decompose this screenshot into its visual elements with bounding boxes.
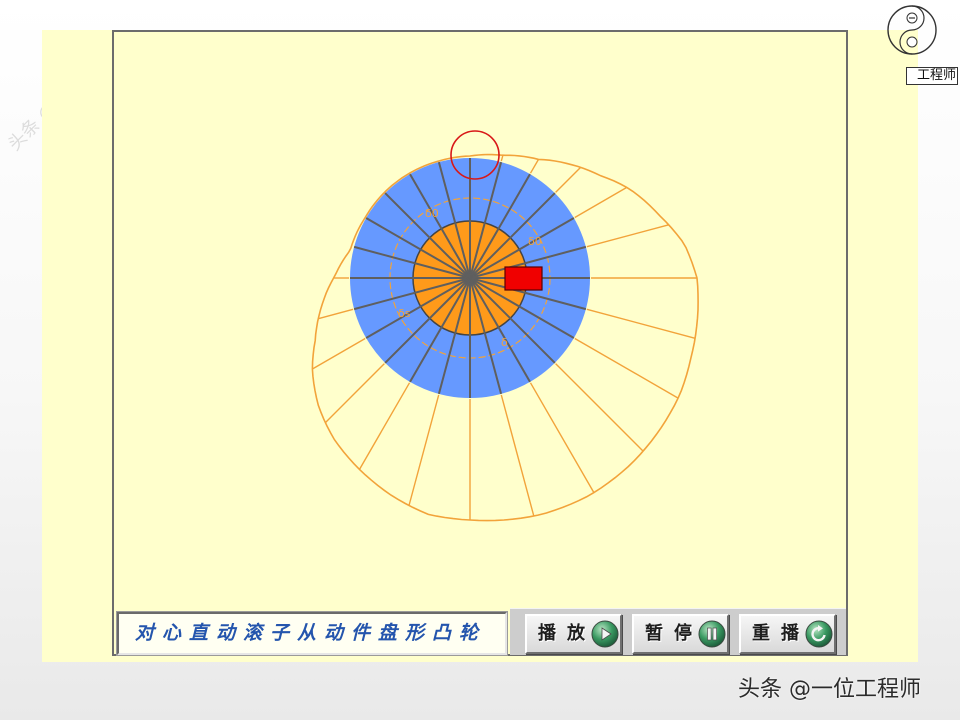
replay-button-label: 重播 <box>752 623 810 644</box>
yin-yang-emblem-icon <box>887 5 937 55</box>
follower-position-line <box>318 308 354 320</box>
play-icon <box>591 620 619 648</box>
follower-position-line <box>324 363 385 424</box>
follower-marker-block <box>504 266 543 291</box>
follower-position-line <box>574 186 628 219</box>
follower-position-line <box>586 224 669 248</box>
logo-caption: 工程师 <box>906 67 958 85</box>
play-button-label: 播放 <box>538 623 596 644</box>
replay-icon <box>805 620 833 648</box>
replay-button[interactable]: 重播 <box>739 614 836 654</box>
footer-watermark: 头条 @一位工程师 <box>738 677 921 702</box>
follower-position-line <box>555 363 644 452</box>
cam-division-lines <box>350 158 590 398</box>
follower-position-line <box>358 382 411 470</box>
pause-button-label: 暂停 <box>645 623 703 644</box>
play-button[interactable]: 播放 <box>525 614 622 654</box>
slide-stage: 头条 @一位工程师 δ0 δ0 δs δ 对心直动滚子从动件盘形凸轮 播放 <box>0 0 960 720</box>
follower-position-line <box>586 308 696 339</box>
pause-button[interactable]: 暂停 <box>632 614 729 654</box>
follower-position-line <box>529 159 540 174</box>
angle-label: δ0 <box>425 207 439 220</box>
angle-label: δs <box>398 307 411 320</box>
animation-title: 对心直动滚子从动件盘形凸轮 <box>117 612 507 655</box>
angle-label: δ <box>501 336 508 349</box>
follower-position-line <box>555 166 582 193</box>
follower-position-line <box>574 337 679 399</box>
follower-position-line <box>408 394 440 506</box>
playback-controls: 播放 暂停 重播 <box>510 608 846 655</box>
pause-icon <box>698 620 726 648</box>
angle-label: δ0 <box>528 235 542 248</box>
cam-diagram: δ0 δ0 δs δ <box>311 130 699 522</box>
follower-position-line <box>312 337 366 370</box>
follower-position-line <box>500 394 535 517</box>
follower-position-line <box>500 155 504 162</box>
follower-position-line <box>529 382 595 493</box>
